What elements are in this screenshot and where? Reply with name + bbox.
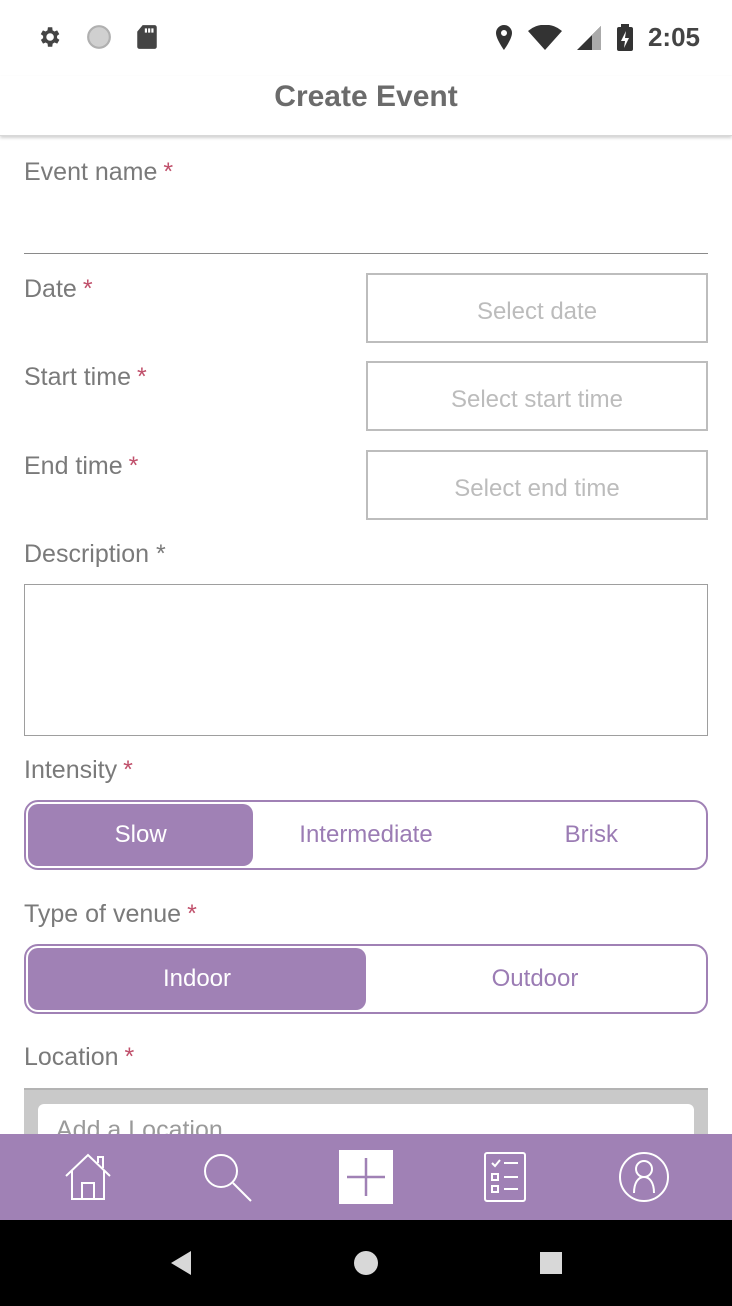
- venue-label-text: Type of venue: [24, 900, 182, 928]
- checklist-icon: [484, 1152, 527, 1202]
- location-pin-icon: [495, 24, 512, 50]
- nav-profile[interactable]: [612, 1145, 676, 1209]
- app-bar: Create Event: [0, 76, 732, 136]
- required-asterisk: *: [82, 275, 93, 303]
- nav-search[interactable]: [195, 1145, 259, 1209]
- start-time-label: Start time *: [24, 363, 147, 392]
- system-nav-bar: [0, 1220, 732, 1306]
- required-asterisk: *: [136, 363, 147, 391]
- status-icons-left: [36, 24, 158, 50]
- required-asterisk: *: [163, 158, 174, 186]
- required-asterisk: *: [128, 452, 139, 480]
- location-label: Location *: [24, 1043, 134, 1072]
- venue-option-indoor[interactable]: Indoor: [28, 948, 366, 1010]
- start-time-picker[interactable]: Select start time: [366, 361, 708, 431]
- date-label-text: Date: [24, 275, 77, 303]
- date-picker[interactable]: Select date: [366, 273, 708, 343]
- home-circle-icon[interactable]: [353, 1250, 379, 1276]
- gear-icon: [40, 27, 60, 47]
- intensity-segmented-control: Slow Intermediate Brisk: [24, 800, 708, 870]
- add-icon: [338, 1150, 393, 1204]
- profile-icon: [619, 1152, 670, 1202]
- status-time: 2:05: [647, 22, 700, 52]
- status-bar: 2:05: [0, 0, 732, 76]
- search-icon: [203, 1154, 252, 1202]
- status-icons-right: 2:05: [494, 22, 700, 53]
- start-time-label-text: Start time: [24, 363, 131, 391]
- intensity-option-intermediate[interactable]: Intermediate: [253, 804, 478, 866]
- date-label: Date *: [24, 275, 93, 304]
- end-time-label: End time *: [24, 452, 138, 481]
- back-icon[interactable]: [169, 1250, 193, 1276]
- required-asterisk: *: [123, 756, 133, 784]
- sd-card-icon: [137, 25, 157, 49]
- bottom-nav: [0, 1134, 732, 1220]
- description-label: Description *: [24, 540, 166, 568]
- wifi-icon: [527, 24, 562, 50]
- end-time-label-text: End time: [24, 452, 123, 480]
- venue-option-outdoor[interactable]: Outdoor: [366, 948, 704, 1010]
- intensity-option-slow[interactable]: Slow: [28, 804, 254, 866]
- battery-charging-icon: [616, 23, 633, 51]
- nav-add[interactable]: [334, 1145, 398, 1209]
- event-name-label-text: Event name: [24, 158, 158, 186]
- location-label-text: Location: [24, 1043, 119, 1071]
- venue-segmented-control: Indoor Outdoor: [24, 944, 708, 1014]
- end-time-picker[interactable]: Select end time: [366, 450, 708, 520]
- description-textarea[interactable]: [24, 584, 708, 736]
- signal-icon: [576, 25, 601, 50]
- event-name-label: Event name *: [24, 158, 173, 187]
- circle-icon: [87, 25, 111, 49]
- nav-checklist[interactable]: [473, 1145, 537, 1209]
- event-name-underline: [24, 253, 708, 254]
- intensity-label-text: Intensity: [24, 756, 118, 784]
- event-name-input[interactable]: [24, 196, 708, 252]
- required-asterisk: *: [187, 900, 197, 928]
- page-title: Create Event: [274, 80, 458, 113]
- required-asterisk: *: [124, 1043, 135, 1071]
- venue-label: Type of venue *: [24, 900, 197, 929]
- intensity-option-brisk[interactable]: Brisk: [479, 804, 704, 866]
- nav-home[interactable]: [56, 1145, 120, 1209]
- intensity-label: Intensity *: [24, 756, 133, 785]
- recents-icon[interactable]: [539, 1251, 563, 1275]
- home-icon: [64, 1153, 111, 1200]
